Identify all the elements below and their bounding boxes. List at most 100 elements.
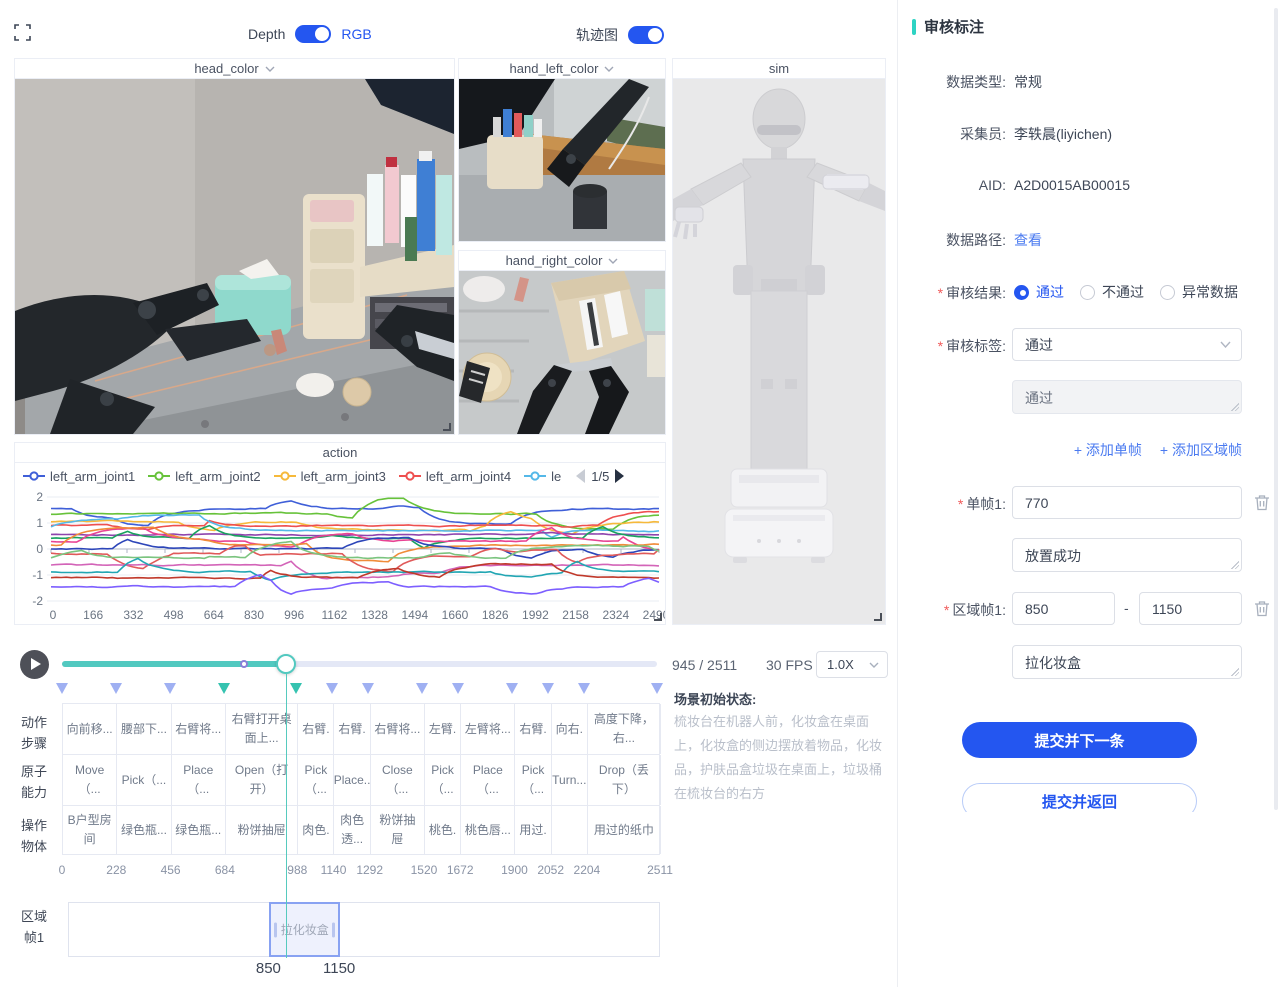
hand-left-camera-selector[interactable]: hand_left_color: [459, 59, 665, 79]
step-cell[interactable]: Pick（...: [298, 755, 334, 805]
head-camera-selector[interactable]: head_color: [15, 59, 454, 79]
steps-row-1: Move（...Pick（...Place（...Open（打开）Pick（..…: [62, 754, 660, 806]
step-cell[interactable]: Drop（丢下）: [588, 755, 661, 805]
region-track[interactable]: 拉化妆盒: [68, 902, 660, 957]
step-cell[interactable]: 右臂.: [298, 704, 334, 754]
step-cell[interactable]: Pick（...: [515, 755, 551, 805]
step-cell[interactable]: 粉饼抽屉: [226, 806, 298, 854]
review-tag-select[interactable]: 通过: [1012, 328, 1242, 361]
step-cell[interactable]: Pick（...: [425, 755, 461, 805]
step-cell[interactable]: 用过的纸巾: [588, 806, 661, 854]
legend-item-5[interactable]: le: [524, 469, 561, 484]
resize-handle[interactable]: [874, 613, 882, 621]
step-cell[interactable]: Move（...: [63, 755, 117, 805]
depth-rgb-toggle[interactable]: [295, 25, 331, 43]
step-cell[interactable]: 左臂.: [425, 704, 461, 754]
step-cell[interactable]: Open（打开）: [226, 755, 298, 805]
step-marker-8[interactable]: [452, 683, 464, 694]
submit-next-button[interactable]: 提交并下一条: [962, 722, 1197, 758]
hand-right-camera-selector[interactable]: hand_right_color: [459, 251, 665, 271]
legend-item-4[interactable]: left_arm_joint4: [399, 469, 511, 484]
step-marker-2[interactable]: [164, 683, 176, 694]
step-cell[interactable]: 用过.: [515, 806, 551, 854]
add-single-frame-link[interactable]: + 添加单帧: [1074, 440, 1142, 460]
step-cell[interactable]: 向前移...: [63, 704, 117, 754]
depth-rgb-control: Depth RGB: [248, 25, 372, 43]
legend-next-icon[interactable]: [615, 469, 624, 483]
slider-handle[interactable]: [276, 654, 296, 674]
svg-text:166: 166: [83, 608, 103, 622]
single-frame-note[interactable]: 放置成功: [1012, 538, 1242, 572]
timeline-slider[interactable]: [62, 655, 657, 673]
step-marker-1[interactable]: [110, 683, 122, 694]
step-cell[interactable]: 腰部下...: [117, 704, 171, 754]
fullscreen-icon[interactable]: [14, 24, 31, 41]
scrollbar[interactable]: [1274, 8, 1278, 810]
delete-single-frame-icon[interactable]: [1254, 494, 1270, 511]
review-result-option-1[interactable]: 通过: [1014, 282, 1064, 302]
step-cell[interactable]: 右臂打开桌面上...: [226, 704, 298, 754]
step-marker-3[interactable]: [218, 683, 230, 694]
segment-right-handle[interactable]: [332, 922, 335, 937]
step-marker-5[interactable]: [326, 683, 338, 694]
step-cell[interactable]: 左臂将...: [461, 704, 515, 754]
step-cell[interactable]: 向右.: [552, 704, 588, 754]
step-cell[interactable]: 桃色唇...: [461, 806, 515, 854]
step-cell[interactable]: 右臂.: [334, 704, 370, 754]
region-end-input[interactable]: [1139, 592, 1242, 625]
speed-select[interactable]: 1.0X: [816, 651, 888, 678]
region-start-input[interactable]: [1012, 592, 1115, 625]
resize-handle[interactable]: [443, 423, 451, 431]
step-cell[interactable]: Place（...: [461, 755, 515, 805]
resize-handle[interactable]: [654, 613, 662, 621]
svg-text:332: 332: [123, 608, 143, 622]
svg-text:-1: -1: [32, 568, 43, 582]
step-marker-6[interactable]: [362, 683, 374, 694]
legend-prev-icon[interactable]: [576, 469, 585, 483]
step-cell[interactable]: 右臂将...: [371, 704, 425, 754]
region-segment[interactable]: 拉化妆盒: [269, 902, 340, 957]
trajectory-toggle[interactable]: [628, 26, 664, 44]
step-cell[interactable]: 肉色.: [298, 806, 334, 854]
add-region-frame-link[interactable]: + 添加区域帧: [1160, 440, 1242, 460]
add-links-row: + 添加单帧 + 添加区域帧: [898, 440, 1242, 460]
step-cell[interactable]: B户型房间: [63, 806, 117, 854]
step-marker-0[interactable]: [56, 683, 68, 694]
step-cell[interactable]: Close（...: [371, 755, 425, 805]
step-cell[interactable]: 粉饼抽屉: [371, 806, 425, 854]
review-tag-note[interactable]: 通过: [1012, 380, 1242, 414]
frame-scale-label: 2204: [574, 863, 601, 877]
step-cell[interactable]: Pick（...: [117, 755, 171, 805]
submit-back-button[interactable]: 提交并返回: [962, 783, 1197, 812]
step-cell[interactable]: 右臂.: [515, 704, 551, 754]
review-result-option-3[interactable]: 异常数据: [1160, 282, 1238, 302]
step-marker-11[interactable]: [578, 683, 590, 694]
review-result-option-2[interactable]: 不通过: [1080, 282, 1144, 302]
step-cell[interactable]: 桃色.: [425, 806, 461, 854]
step-marker-12[interactable]: [651, 683, 663, 694]
step-marker-7[interactable]: [416, 683, 428, 694]
legend-item-3[interactable]: left_arm_joint3: [274, 469, 386, 484]
step-cell[interactable]: 绿色瓶...: [172, 806, 226, 854]
step-cell[interactable]: Place（...: [172, 755, 226, 805]
step-marker-10[interactable]: [542, 683, 554, 694]
legend-item-2[interactable]: left_arm_joint2: [148, 469, 260, 484]
data-path-link[interactable]: 查看: [1014, 230, 1042, 250]
segment-left-handle[interactable]: [274, 922, 277, 937]
radio-icon: [1160, 285, 1175, 300]
step-cell[interactable]: 右臂将...: [172, 704, 226, 754]
frame-scale-label: 1140: [321, 863, 347, 877]
step-marker-9[interactable]: [506, 683, 518, 694]
play-button[interactable]: [20, 650, 49, 679]
step-cell[interactable]: 肉色透...: [334, 806, 370, 854]
single-frame-input[interactable]: [1012, 486, 1242, 519]
region-frame-note[interactable]: 拉化妆盒: [1012, 645, 1242, 679]
delete-region-frame-icon[interactable]: [1254, 600, 1270, 617]
step-cell[interactable]: Turn...: [552, 755, 588, 805]
step-marker-4[interactable]: [290, 683, 302, 694]
step-cell[interactable]: 高度下降，右...: [588, 704, 661, 754]
step-cell[interactable]: [552, 806, 588, 854]
step-cell[interactable]: Place..: [334, 755, 370, 805]
step-cell[interactable]: 绿色瓶...: [117, 806, 171, 854]
legend-item-1[interactable]: left_arm_joint1: [23, 469, 135, 484]
